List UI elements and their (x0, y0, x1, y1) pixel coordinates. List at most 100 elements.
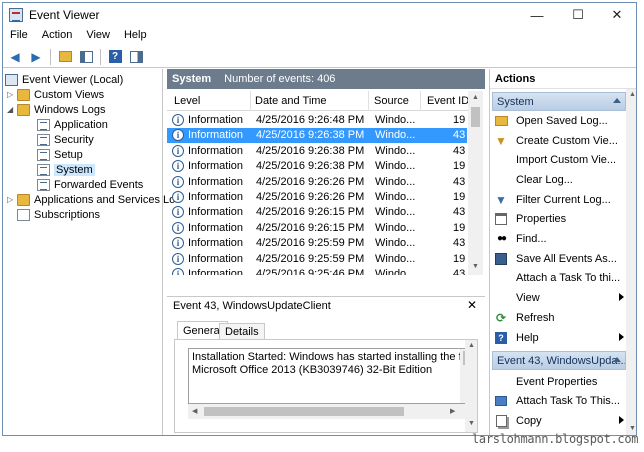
action-refresh[interactable]: ⟳ Refresh (494, 309, 622, 326)
title-bar[interactable]: Event Viewer — ☐ ✕ (3, 3, 636, 27)
close-detail-icon[interactable]: ✕ (467, 298, 477, 312)
information-icon: i (172, 268, 184, 275)
action-attach-task-to-event[interactable]: Attach Task To This... (494, 392, 622, 409)
menu-file[interactable]: File (3, 27, 35, 46)
submenu-arrow-icon (619, 293, 624, 301)
menu-action[interactable]: Action (35, 27, 80, 46)
column-header-event-id[interactable]: Event ID (427, 95, 469, 107)
table-row[interactable]: i Information 4/25/2016 9:26:26 PM Windo...… (167, 190, 467, 205)
column-header-level[interactable]: Level (174, 95, 200, 107)
collapse-caret-icon[interactable] (613, 357, 621, 362)
table-row[interactable]: i Information 4/25/2016 9:26:38 PM Windo...… (167, 159, 467, 174)
log-icon (37, 118, 50, 131)
action-view[interactable]: View (494, 289, 624, 306)
forward-arrow-icon[interactable]: ▶ (27, 48, 45, 66)
expand-chevron-icon[interactable]: ▷ (7, 195, 17, 204)
action-copy[interactable]: Copy (494, 412, 624, 429)
tree-item-custom-views[interactable]: ▷ Custom Views (7, 87, 104, 102)
detail-horizontal-scrollbar[interactable]: ◀ ▶ (188, 404, 474, 419)
scroll-up-arrow-icon[interactable]: ▲ (472, 94, 479, 101)
action-attach-task[interactable]: Attach a Task To thi... (494, 269, 622, 286)
section-label: Event 43, WindowsUpda... (497, 355, 626, 367)
cell-date: 4/25/2016 9:26:15 PM (256, 206, 365, 219)
close-button[interactable]: ✕ (597, 3, 636, 27)
scrollbar-thumb[interactable] (204, 407, 404, 416)
action-label: Event Properties (516, 375, 598, 388)
table-row[interactable]: i Information 4/25/2016 9:26:48 PM Windo...… (167, 113, 467, 128)
detail-vertical-scrollbar[interactable]: ▲ ▼ (465, 340, 477, 432)
column-divider[interactable] (420, 91, 421, 111)
tree-item-windows-logs[interactable]: ◢ Windows Logs (7, 102, 106, 117)
tree-item-application[interactable]: Application (37, 117, 108, 132)
column-header-source[interactable]: Source (374, 95, 409, 107)
scroll-right-arrow-icon[interactable]: ▶ (450, 407, 455, 415)
column-divider[interactable] (368, 91, 369, 111)
event-list-vertical-scrollbar[interactable]: ▲ ▼ (468, 91, 483, 275)
table-row[interactable]: i Information 4/25/2016 9:25:46 PM Windo...… (167, 267, 467, 275)
scroll-down-arrow-icon[interactable]: ▼ (472, 263, 479, 270)
scroll-up-arrow-icon[interactable]: ▲ (629, 91, 636, 98)
up-folder-icon[interactable] (56, 48, 74, 66)
scrollbar-thumb[interactable] (471, 107, 480, 127)
general-tab-content: Installation Started: Windows has starte… (174, 339, 478, 433)
table-row[interactable]: i Information 4/25/2016 9:26:15 PM Windo...… (167, 221, 467, 236)
back-arrow-icon[interactable]: ◀ (6, 48, 24, 66)
action-open-saved-log[interactable]: Open Saved Log... (494, 112, 622, 129)
column-header-date-and-time[interactable]: Date and Time (255, 95, 327, 107)
actions-scrollbar[interactable]: ▲ ▼ (626, 89, 636, 435)
tree-item-subscriptions[interactable]: Subscriptions (17, 207, 100, 222)
table-row[interactable]: i Information 4/25/2016 9:25:59 PM Windo...… (167, 252, 467, 267)
tree-item-setup[interactable]: Setup (37, 147, 83, 162)
event-list-header: Level Date and Time Source Event ID (167, 91, 483, 111)
action-filter-current-log[interactable]: ▼ Filter Current Log... (494, 191, 622, 208)
scroll-down-arrow-icon[interactable]: ▼ (629, 425, 636, 432)
actions-section-event[interactable]: Event 43, WindowsUpda... (492, 351, 626, 370)
collapse-chevron-icon[interactable]: ◢ (7, 105, 17, 114)
tree-item-label: Event Viewer (Local) (22, 73, 124, 86)
column-divider[interactable] (250, 91, 251, 111)
refresh-icon: ⟳ (495, 310, 507, 325)
scroll-down-arrow-icon[interactable]: ▼ (468, 420, 475, 427)
menu-help[interactable]: Help (117, 27, 154, 46)
event-description-box[interactable]: Installation Started: Windows has starte… (188, 348, 474, 404)
action-label: Filter Current Log... (516, 193, 611, 206)
information-icon: i (172, 129, 184, 142)
tree-item-label: Custom Views (34, 88, 105, 101)
action-properties[interactable]: Properties (494, 210, 622, 227)
help-icon[interactable]: ? (106, 48, 124, 66)
maximize-button[interactable]: ☐ (558, 3, 598, 27)
table-row[interactable]: i Information 4/25/2016 9:26:38 PM Windo...… (167, 144, 467, 159)
table-row[interactable]: i Information 4/25/2016 9:26:26 PM Windo...… (167, 175, 467, 190)
collapse-caret-icon[interactable] (613, 98, 621, 103)
expand-chevron-icon[interactable]: ▷ (7, 90, 17, 99)
log-icon (37, 163, 50, 176)
tree-item-system[interactable]: System (37, 162, 95, 177)
action-import-custom-view[interactable]: Import Custom Vie... (494, 151, 622, 168)
action-clear-log[interactable]: Clear Log... (494, 171, 622, 188)
scroll-left-arrow-icon[interactable]: ◀ (192, 407, 197, 415)
action-help[interactable]: ? Help (494, 329, 624, 346)
action-event-properties[interactable]: Event Properties (494, 373, 622, 390)
cell-date: 4/25/2016 9:25:46 PM (256, 268, 365, 275)
attach-task-icon (494, 394, 508, 408)
tree-item-forwarded-events[interactable]: Forwarded Events (37, 177, 143, 192)
show-hide-action-pane-icon[interactable] (127, 48, 145, 66)
minimize-button[interactable]: — (517, 3, 557, 27)
tree-item-applications-and-services[interactable]: ▷ Applications and Services Lo (7, 192, 175, 207)
table-row[interactable]: i Information 4/25/2016 9:26:15 PM Windo...… (167, 205, 467, 220)
action-label: Refresh (516, 311, 555, 324)
scroll-up-arrow-icon[interactable]: ▲ (468, 342, 475, 349)
actions-section-system[interactable]: System (492, 92, 626, 111)
find-binoculars-icon: ●● (496, 233, 507, 244)
show-hide-tree-icon[interactable] (77, 48, 95, 66)
tab-details[interactable]: Details (219, 323, 265, 339)
action-save-all-events[interactable]: Save All Events As... (494, 250, 622, 267)
actions-title: Actions (490, 69, 636, 89)
menu-view[interactable]: View (79, 27, 117, 46)
table-row[interactable]: i Information 4/25/2016 9:26:38 PM Windo...… (167, 128, 467, 144)
action-create-custom-view[interactable]: ▼ Create Custom Vie... (494, 132, 622, 149)
tree-item-security[interactable]: Security (37, 132, 94, 147)
table-row[interactable]: i Information 4/25/2016 9:25:59 PM Windo...… (167, 236, 467, 251)
action-find[interactable]: ●● Find... (494, 230, 622, 247)
tree-item-event-viewer-local[interactable]: Event Viewer (Local) (5, 72, 123, 87)
